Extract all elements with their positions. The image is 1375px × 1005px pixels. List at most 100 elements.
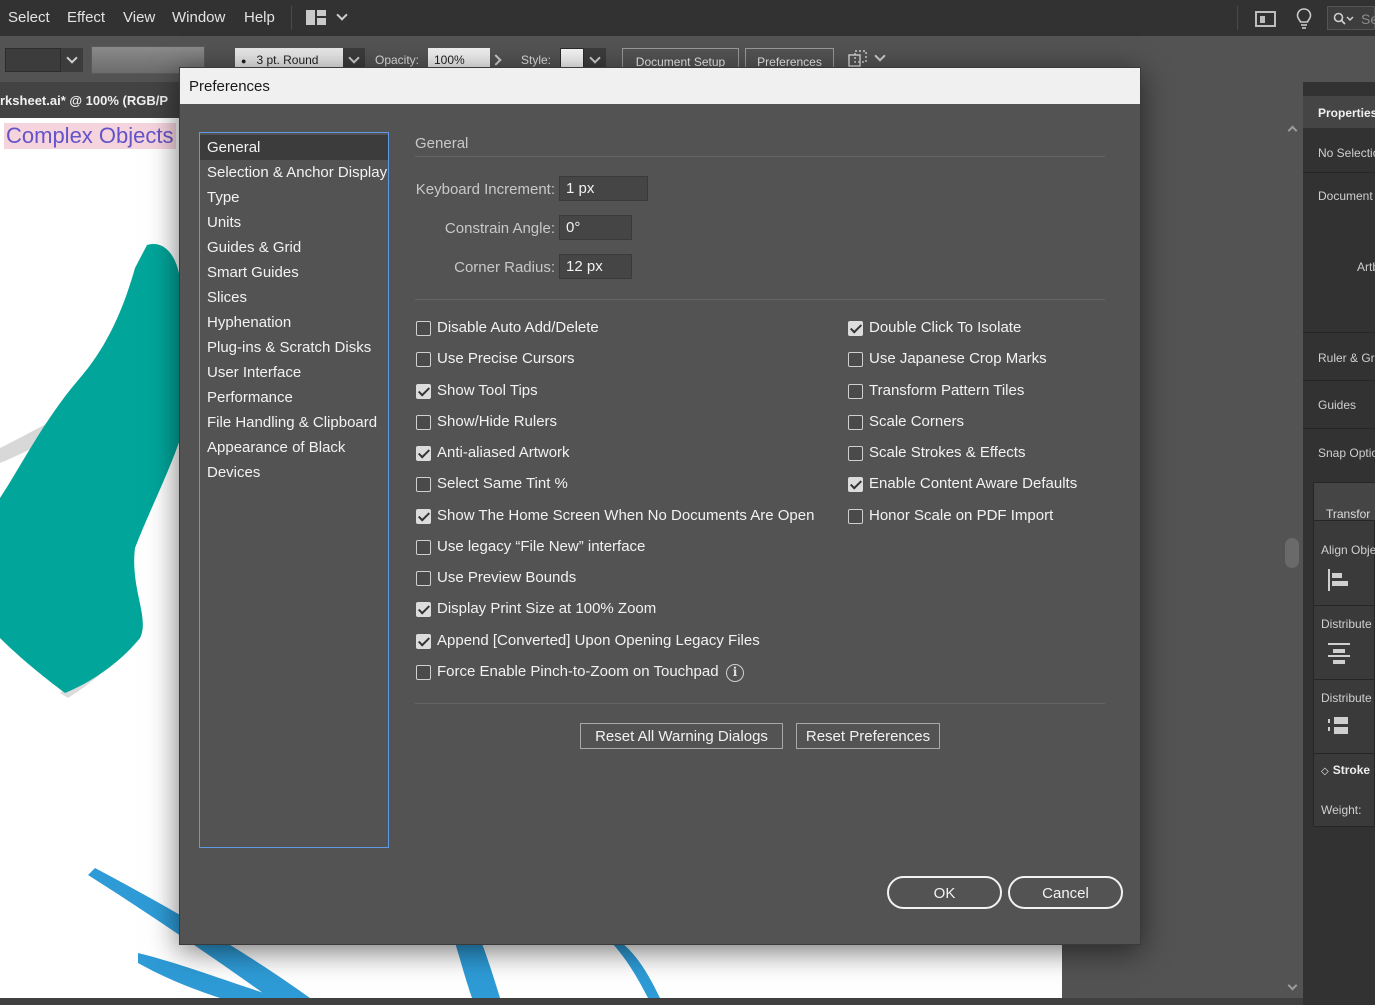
nav-item-file-handling-clipboard[interactable]: File Handling & Clipboard bbox=[200, 410, 388, 435]
checkbox-box[interactable] bbox=[416, 321, 431, 336]
search-placeholder: Se bbox=[1361, 11, 1375, 27]
lightbulb-icon[interactable] bbox=[1296, 8, 1312, 29]
checkbox-label: Enable Content Aware Defaults bbox=[869, 475, 1078, 492]
nav-item-units[interactable]: Units bbox=[200, 210, 388, 235]
menu-help[interactable]: Help bbox=[244, 9, 275, 26]
workspace-chevron-down-icon[interactable] bbox=[336, 9, 348, 21]
checkbox-label: Honor Scale on PDF Import bbox=[869, 507, 1054, 524]
no-selection-label: No Selectio bbox=[1318, 146, 1375, 160]
section-divider bbox=[415, 703, 1105, 704]
nav-item-hyphenation[interactable]: Hyphenation bbox=[200, 310, 388, 335]
menu-effect[interactable]: Effect bbox=[67, 9, 105, 26]
keyboard-increment-field[interactable]: 1 px bbox=[559, 176, 648, 201]
stroke-label: Stroke bbox=[1332, 763, 1371, 777]
menu-window[interactable]: Window bbox=[172, 9, 225, 26]
fill-swatch[interactable] bbox=[5, 48, 61, 72]
checkbox-box[interactable] bbox=[848, 415, 863, 430]
checkbox-label: Use Preview Bounds bbox=[437, 569, 577, 586]
checkbox-box[interactable] bbox=[416, 415, 431, 430]
checkbox-box[interactable] bbox=[416, 509, 431, 524]
scroll-thumb[interactable] bbox=[1285, 538, 1299, 568]
checkbox-box[interactable] bbox=[416, 477, 431, 492]
brush-label: 3 pt. Round bbox=[256, 53, 319, 67]
checkbox-box[interactable] bbox=[416, 384, 431, 399]
align-left-icon[interactable] bbox=[1328, 569, 1350, 591]
checkbox-box[interactable] bbox=[416, 446, 431, 461]
checkbox-label: Disable Auto Add/Delete bbox=[437, 319, 599, 336]
checkbox-box[interactable] bbox=[848, 352, 863, 367]
transform-panel: Transfor Align Obje Distribute Distribut… bbox=[1313, 482, 1375, 827]
panel-divider bbox=[1314, 679, 1375, 680]
document-section-label: Document bbox=[1318, 189, 1373, 203]
checkbox-box[interactable] bbox=[416, 540, 431, 555]
scroll-down-icon[interactable] bbox=[1287, 980, 1298, 991]
checkbox-label: Append [Converted] Upon Opening Legacy F… bbox=[437, 632, 760, 649]
nav-item-performance[interactable]: Performance bbox=[200, 385, 388, 410]
vertical-scrollbar[interactable] bbox=[1283, 118, 1303, 998]
snap-options-label: Snap Optio bbox=[1318, 446, 1375, 460]
document-tab-title: rksheet.ai* @ 100% (RGB/P bbox=[0, 93, 169, 108]
menu-bar: Select Effect View Window Help Se bbox=[0, 0, 1375, 36]
search-input[interactable]: Se bbox=[1327, 6, 1375, 30]
dialog-title: Preferences bbox=[189, 78, 270, 95]
nav-item-plugins-scratch-disks[interactable]: Plug-ins & Scratch Disks bbox=[200, 335, 388, 360]
panel-divider bbox=[1303, 428, 1375, 429]
checkbox-box[interactable] bbox=[848, 477, 863, 492]
checkbox-box[interactable] bbox=[416, 634, 431, 649]
artboard-title: Complex Objects bbox=[4, 123, 176, 149]
panel-divider bbox=[1303, 332, 1375, 333]
menu-select[interactable]: Select bbox=[8, 9, 50, 26]
document-tab[interactable]: rksheet.ai* @ 100% (RGB/P bbox=[0, 82, 180, 118]
checkbox-box[interactable] bbox=[848, 384, 863, 399]
checkbox-label: Use Japanese Crop Marks bbox=[869, 350, 1047, 367]
checkbox-box[interactable] bbox=[416, 352, 431, 367]
nav-item-appearance-of-black[interactable]: Appearance of Black bbox=[200, 435, 388, 460]
panel-divider bbox=[1314, 605, 1375, 606]
nav-item-guides-grid[interactable]: Guides & Grid bbox=[200, 235, 388, 260]
checkbox-label: Show The Home Screen When No Documents A… bbox=[437, 507, 815, 524]
workspace-layout-icon[interactable] bbox=[306, 10, 326, 25]
constrain-angle-field[interactable]: 0° bbox=[559, 215, 632, 240]
arrange-icon[interactable] bbox=[847, 49, 869, 69]
distribute-objects-label: Distribute bbox=[1321, 617, 1372, 631]
horizontal-scrollbar[interactable] bbox=[0, 998, 1375, 1005]
nav-item-general[interactable]: General bbox=[200, 135, 388, 160]
checkbox-label: Display Print Size at 100% Zoom bbox=[437, 600, 657, 617]
checkbox-box[interactable] bbox=[416, 571, 431, 586]
distribute-spacing-icon[interactable] bbox=[1328, 717, 1350, 737]
menu-view[interactable]: View bbox=[123, 9, 155, 26]
checkbox-box[interactable] bbox=[416, 602, 431, 617]
properties-tab[interactable]: Properties bbox=[1303, 96, 1375, 128]
nav-item-user-interface[interactable]: User Interface bbox=[200, 360, 388, 385]
checkbox-label: Scale Strokes & Effects bbox=[869, 444, 1026, 461]
corner-radius-field[interactable]: 12 px bbox=[559, 254, 632, 279]
arrange-chevron-down-icon[interactable] bbox=[874, 50, 886, 62]
transform-tab[interactable]: Transfor bbox=[1314, 483, 1375, 521]
stroke-section-label[interactable]: ◇ Stroke bbox=[1321, 763, 1370, 777]
nav-item-devices[interactable]: Devices bbox=[200, 460, 388, 485]
checkbox-box[interactable] bbox=[848, 321, 863, 336]
nav-item-selection-anchor-display[interactable]: Selection & Anchor Display bbox=[200, 160, 388, 185]
reset-all-warning-dialogs-button[interactable]: Reset All Warning Dialogs bbox=[580, 723, 783, 749]
checkbox-box[interactable] bbox=[848, 446, 863, 461]
nav-item-type[interactable]: Type bbox=[200, 185, 388, 210]
checkbox-label: Use legacy “File New” interface bbox=[437, 538, 646, 555]
distribute-vertical-icon[interactable] bbox=[1328, 643, 1350, 665]
checkbox-label: Show/Hide Rulers bbox=[437, 413, 558, 430]
scroll-up-icon[interactable] bbox=[1287, 125, 1298, 136]
opacity-label: Opacity: bbox=[375, 53, 420, 67]
checkbox-box[interactable] bbox=[848, 509, 863, 524]
collapse-chevron-icon: ◇ bbox=[1321, 766, 1329, 777]
fill-dropdown[interactable] bbox=[61, 48, 83, 72]
checkbox-label: Select Same Tint % bbox=[437, 475, 568, 492]
nav-item-slices[interactable]: Slices bbox=[200, 285, 388, 310]
arrange-documents-icon[interactable] bbox=[1255, 11, 1276, 27]
info-icon[interactable]: i bbox=[726, 664, 744, 682]
ok-button[interactable]: OK bbox=[887, 876, 1002, 909]
dialog-titlebar[interactable]: Preferences bbox=[180, 68, 1140, 104]
nav-item-smart-guides[interactable]: Smart Guides bbox=[200, 260, 388, 285]
checkbox-label: Force Enable Pinch-to-Zoom on Touchpad bbox=[437, 663, 719, 680]
checkbox-box[interactable] bbox=[416, 665, 431, 680]
cancel-button[interactable]: Cancel bbox=[1008, 876, 1123, 909]
reset-preferences-button[interactable]: Reset Preferences bbox=[796, 723, 940, 749]
